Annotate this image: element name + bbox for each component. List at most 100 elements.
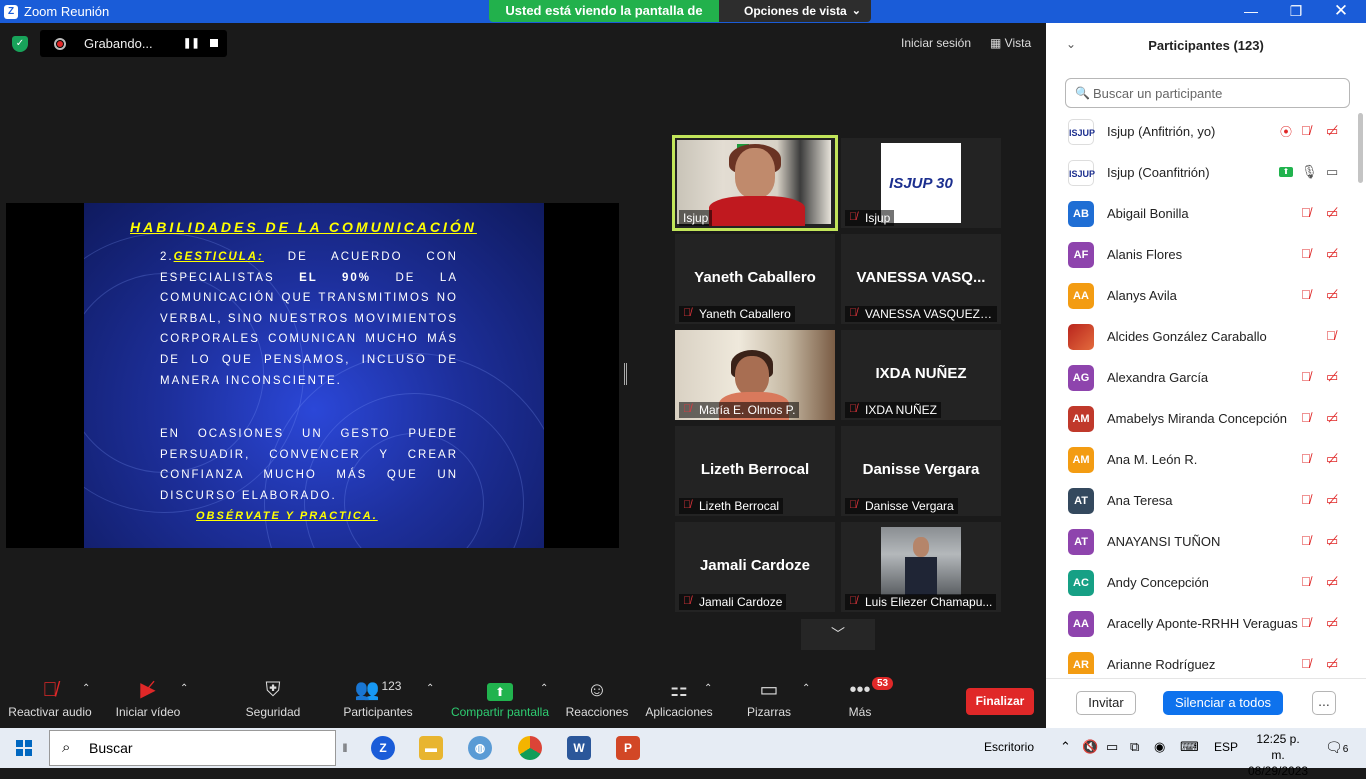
- close-button[interactable]: ✕: [1318, 0, 1364, 23]
- next-page-chevron-icon[interactable]: ﹀: [801, 619, 875, 650]
- taskbar-search-input[interactable]: ⌕ Buscar: [49, 730, 336, 766]
- list-item[interactable]: AA Alanys Avila 🎙̸ ▭̸: [1046, 275, 1356, 316]
- list-item[interactable]: AM Amabelys Miranda Concepción 🎙̸ ▭̸: [1046, 398, 1356, 439]
- mic-muted-icon[interactable]: 🎙̸: [1301, 205, 1311, 220]
- video-on-icon[interactable]: ▭: [1326, 164, 1338, 180]
- end-meeting-button[interactable]: Finalizar: [966, 688, 1034, 715]
- splitter-handle[interactable]: [624, 363, 627, 385]
- language-indicator[interactable]: ESP: [1214, 740, 1238, 754]
- list-item[interactable]: AG Alexandra García 🎙̸ ▭̸: [1046, 357, 1356, 398]
- start-video-button[interactable]: ▶̸ Iniciar vídeo ⌃: [112, 675, 189, 728]
- word-icon[interactable]: W: [567, 736, 591, 760]
- video-off-icon[interactable]: ▭̸: [1326, 574, 1338, 590]
- encryption-shield-icon[interactable]: ✓: [12, 36, 28, 52]
- clock[interactable]: 12:25 p. m. 08/29/2023: [1248, 731, 1308, 779]
- keyboard-icon[interactable]: ⌨: [1180, 739, 1199, 755]
- login-button[interactable]: Iniciar sesión: [901, 36, 971, 50]
- video-off-icon[interactable]: ▭̸: [1326, 451, 1338, 467]
- view-button[interactable]: ▦ Vista: [990, 36, 1031, 50]
- mic-muted-icon[interactable]: 🎙̸: [1301, 615, 1311, 630]
- list-item[interactable]: AT ANAYANSI TUÑON 🎙̸ ▭̸: [1046, 521, 1356, 562]
- mic-muted-icon[interactable]: 🎙̸: [1301, 451, 1311, 466]
- minimize-button[interactable]: —: [1228, 0, 1274, 23]
- video-options-caret-icon[interactable]: ⌃: [180, 683, 188, 694]
- whiteboards-caret-icon[interactable]: ⌃: [802, 683, 810, 694]
- mic-muted-icon[interactable]: 🎙̸: [1301, 656, 1311, 671]
- list-item[interactable]: AB Abigail Bonilla 🎙̸ ▭̸: [1046, 193, 1356, 234]
- mic-muted-icon[interactable]: 🎙̸: [1301, 533, 1311, 548]
- globe-icon[interactable]: ◉: [1154, 739, 1165, 755]
- video-tile[interactable]: 🎙̸ Luis Eliezer Chamapu...: [841, 522, 1001, 612]
- mute-all-button[interactable]: Silenciar a todos: [1163, 691, 1283, 715]
- list-item[interactable]: AA Aracelly Aponte-RRHH Veraguas 🎙̸ ▭̸: [1046, 603, 1356, 644]
- participant-search-input[interactable]: 🔍 Buscar un participante: [1065, 78, 1350, 108]
- battery-icon[interactable]: ▭: [1106, 739, 1118, 755]
- video-tile[interactable]: VANESSA VASQ... 🎙̸ VANESSA VASQUEZ R...: [841, 234, 1001, 324]
- video-off-icon[interactable]: ▭̸: [1326, 205, 1338, 221]
- share-screen-button[interactable]: ⬆ Compartir pantalla ⌃: [450, 675, 550, 728]
- mic-on-icon[interactable]: 🎙: [1301, 164, 1318, 180]
- video-tile[interactable]: Jamali Cardoze 🎙̸ Jamali Cardoze: [675, 522, 835, 612]
- video-off-icon[interactable]: ▭̸: [1326, 369, 1338, 385]
- stop-recording-button[interactable]: [210, 39, 218, 47]
- video-off-icon[interactable]: ▭̸: [1326, 410, 1338, 426]
- mic-muted-icon[interactable]: 🎙̸: [1301, 123, 1311, 138]
- powerpoint-icon[interactable]: P: [616, 736, 640, 760]
- volume-muted-icon[interactable]: 🔇: [1082, 739, 1098, 755]
- notifications-icon[interactable]: 🗨6: [1325, 739, 1348, 756]
- participant-list-scrollbar[interactable]: [1356, 111, 1364, 674]
- list-item[interactable]: ISJUP Isjup (Anfitrión, yo) ⦿ 🎙̸ ▭̸: [1046, 111, 1356, 152]
- list-item[interactable]: AC Andy Concepción 🎙̸ ▭̸: [1046, 562, 1356, 603]
- list-item[interactable]: Alcides González Caraballo 🎙̸: [1046, 316, 1356, 357]
- unmute-button[interactable]: 🎙̸ Reactivar audio ⌃: [6, 675, 94, 728]
- security-button[interactable]: ⛨ Seguridad: [238, 675, 308, 728]
- reactions-button[interactable]: ☺ Reacciones: [564, 675, 630, 728]
- video-tile[interactable]: 🎙̸ María E. Olmos P.: [675, 330, 835, 420]
- task-view-icon[interactable]: ‖: [342, 736, 348, 760]
- video-tile[interactable]: IXDA NUÑEZ 🎙̸ IXDA NUÑEZ: [841, 330, 1001, 420]
- video-tile[interactable]: Lizeth Berrocal 🎙̸ Lizeth Berrocal: [675, 426, 835, 516]
- audio-options-caret-icon[interactable]: ⌃: [82, 683, 90, 694]
- network-icon[interactable]: ⧉: [1130, 739, 1139, 755]
- mic-muted-icon[interactable]: 🎙̸: [1326, 328, 1336, 343]
- video-tile[interactable]: ISJUP 30 🎙̸ Isjup: [841, 138, 1001, 228]
- apps-caret-icon[interactable]: ⌃: [704, 683, 712, 694]
- apps-button[interactable]: ⚏ Aplicaciones ⌃: [644, 675, 714, 728]
- panel-more-button[interactable]: ...: [1312, 691, 1336, 715]
- share-caret-icon[interactable]: ⌃: [540, 683, 548, 694]
- mic-muted-icon[interactable]: 🎙̸: [1301, 369, 1311, 384]
- list-item[interactable]: ISJUP Isjup (Coanfitrión) ⬆ 🎙 ▭: [1046, 152, 1356, 193]
- video-off-icon[interactable]: ▭̸: [1326, 287, 1338, 303]
- whiteboards-button[interactable]: ▭ Pizarras ⌃: [738, 675, 810, 728]
- network-app-icon[interactable]: ◍: [468, 736, 492, 760]
- list-item[interactable]: AR Arianne Rodríguez 🎙̸ ▭̸: [1046, 644, 1356, 674]
- invite-button[interactable]: Invitar: [1076, 691, 1136, 715]
- video-tile[interactable]: Isjup: [672, 135, 838, 231]
- mic-muted-icon[interactable]: 🎙̸: [1301, 246, 1311, 261]
- restore-button[interactable]: ❐: [1273, 0, 1319, 23]
- mic-muted-icon[interactable]: 🎙̸: [1301, 410, 1311, 425]
- video-off-icon[interactable]: ▭̸: [1326, 123, 1338, 139]
- video-off-icon[interactable]: ▭̸: [1326, 492, 1338, 508]
- list-item[interactable]: AM Ana M. León R. 🎙̸ ▭̸: [1046, 439, 1356, 480]
- chrome-icon[interactable]: [518, 736, 542, 760]
- desktop-toolbar[interactable]: Escritorio: [984, 740, 1034, 754]
- video-off-icon[interactable]: ▭̸: [1326, 656, 1338, 672]
- participants-button[interactable]: 👥 123 Participantes ⌃: [340, 675, 434, 728]
- mic-muted-icon[interactable]: 🎙̸: [1301, 492, 1311, 507]
- list-item[interactable]: AT Ana Teresa 🎙̸ ▭̸: [1046, 480, 1356, 521]
- participants-caret-icon[interactable]: ⌃: [426, 683, 434, 694]
- video-tile[interactable]: Yaneth Caballero 🎙̸ Yaneth Caballero: [675, 234, 835, 324]
- windows-start-icon[interactable]: [16, 740, 32, 756]
- zoom-app-icon[interactable]: Z: [371, 736, 395, 760]
- pause-recording-button[interactable]: ❚❚: [183, 38, 200, 49]
- video-off-icon[interactable]: ▭̸: [1326, 533, 1338, 549]
- video-off-icon[interactable]: ▭̸: [1326, 246, 1338, 262]
- view-options-button[interactable]: Opciones de vista ⌄: [719, 0, 871, 22]
- video-tile[interactable]: Danisse Vergara 🎙̸ Danisse Vergara: [841, 426, 1001, 516]
- mic-muted-icon[interactable]: 🎙̸: [1301, 287, 1311, 302]
- show-hidden-icons-icon[interactable]: ⌃: [1060, 739, 1071, 755]
- video-off-icon[interactable]: ▭̸: [1326, 615, 1338, 631]
- file-explorer-icon[interactable]: ▬: [419, 736, 443, 760]
- mic-muted-icon[interactable]: 🎙̸: [1301, 574, 1311, 589]
